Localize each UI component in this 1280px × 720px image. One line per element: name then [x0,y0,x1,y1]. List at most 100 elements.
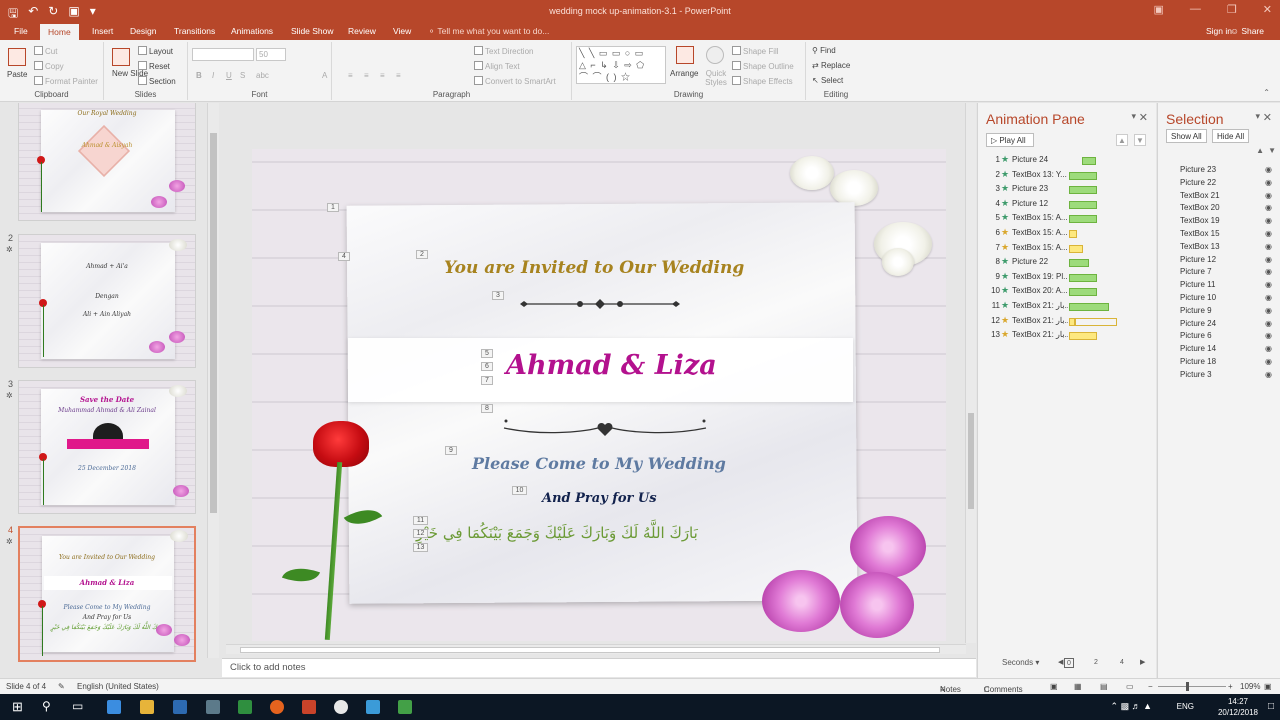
shadow-button[interactable]: S [240,71,245,80]
animation-item[interactable]: 6 ★ TextBox 15: A... [986,227,1151,243]
timing-bar[interactable] [1069,244,1083,253]
notes-area[interactable]: Click to add notes [222,658,976,677]
animation-item[interactable]: 11★TextBox 21: ﺑﺎر... [986,300,1151,316]
timing-bar[interactable] [1069,302,1109,311]
format-painter-button[interactable]: Format Painter [34,76,98,86]
scroll-right-icon[interactable]: ▶ [1140,658,1145,666]
white-orchid-icon[interactable] [830,170,878,206]
invite-heading[interactable]: You are Invited to Our Wedding [444,258,744,278]
eye-icon[interactable]: ◉ [1265,229,1272,238]
zoom-slider[interactable] [1158,686,1226,687]
scrollbar-thumb[interactable] [240,647,940,653]
timing-bar[interactable] [1069,171,1097,180]
eye-icon[interactable]: ◉ [1265,370,1272,379]
app-icon[interactable] [398,700,412,714]
tab-home[interactable]: Home [40,24,79,40]
firefox-icon[interactable] [270,700,284,714]
thumbnail-slide-1[interactable]: Our Royal Wedding Ahmad & Aisyah [18,103,196,221]
timing-bar-outline[interactable] [1075,317,1117,326]
animation-tag[interactable]: 13 [413,543,428,552]
animation-tag[interactable]: 11 [413,516,428,525]
thumbnails-scrollbar[interactable] [207,103,219,658]
timing-bar[interactable] [1069,186,1097,195]
align-text-button[interactable]: Align Text [474,61,520,71]
eye-icon[interactable]: ◉ [1265,191,1272,200]
animation-tag[interactable]: 3 [492,291,504,300]
slideshow-view-icon[interactable]: ▭ [1126,682,1134,691]
animation-item[interactable]: 3 ★ Picture 23 [986,183,1151,199]
eye-icon[interactable]: ◉ [1265,165,1272,174]
selection-item[interactable]: TextBox 21 ◉ [1180,191,1276,204]
rose-icon[interactable] [313,421,369,467]
selection-item[interactable]: TextBox 13 ◉ [1180,242,1276,255]
underline-button[interactable]: U [226,71,232,80]
share-button[interactable]: ☺ Share [1230,26,1264,36]
animation-tag[interactable]: 7 [481,376,493,385]
tab-animations[interactable]: Animations [231,26,273,36]
tab-design[interactable]: Design [130,26,156,36]
bold-button[interactable]: B [196,71,202,80]
timing-bar[interactable] [1069,200,1097,209]
scroll-left-icon[interactable]: ◀ [1058,658,1063,666]
animation-tag[interactable]: 4 [338,252,350,261]
animation-tag[interactable]: 9 [445,446,457,455]
strikethrough-button[interactable]: abc [256,71,269,80]
animation-item[interactable]: 9 ★ TextBox 19: Pl... [986,271,1151,287]
collapse-ribbon-icon[interactable]: ⌃ [1263,88,1270,97]
animation-item[interactable]: 13★TextBox 21: ﺑﺎر... [986,329,1151,345]
convert-smartart-button[interactable]: Convert to SmartArt [474,76,556,86]
white-orchid-icon[interactable] [882,248,914,276]
show-all-button[interactable]: Show All [1166,129,1207,143]
tab-review[interactable]: Review [348,26,376,36]
timing-bar[interactable] [1069,273,1097,282]
tab-view[interactable]: View [393,26,411,36]
animation-tag[interactable]: 12 [413,529,428,538]
selection-item[interactable]: TextBox 15 ◉ [1180,229,1276,242]
copy-button[interactable]: Copy [34,61,64,71]
move-up-icon[interactable]: ▲ [1256,146,1264,155]
selection-item[interactable]: Picture 9 ◉ [1180,306,1276,319]
language-indicator[interactable]: English (United States) [77,682,159,691]
selection-item[interactable]: Picture 7 ◉ [1180,267,1276,280]
orchid-icon[interactable] [762,570,840,632]
timing-bar[interactable] [1069,288,1097,297]
minimize-icon[interactable]: — [1190,3,1201,16]
timing-bar[interactable] [1082,157,1096,165]
layout-button[interactable]: Layout [138,46,173,56]
replace-button[interactable]: ⇄ Replace [812,61,850,70]
animation-tag[interactable]: 10 [512,486,527,495]
seconds-dropdown[interactable]: Seconds ▾ [1002,658,1039,667]
play-all-button[interactable]: ▷ Play All [986,133,1034,147]
animation-tag[interactable]: 5 [481,349,493,358]
hide-all-button[interactable]: Hide All [1212,129,1250,143]
timing-bar[interactable] [1069,259,1089,268]
cut-button[interactable]: Cut [34,46,57,56]
eye-icon[interactable]: ◉ [1265,216,1272,225]
eye-icon[interactable]: ◉ [1265,178,1272,187]
powerpoint-icon[interactable] [302,700,316,714]
eye-icon[interactable]: ◉ [1265,255,1272,264]
arrange-button[interactable]: Arrange [670,69,698,78]
reading-view-icon[interactable]: ▤ [1100,682,1108,691]
font-color-button[interactable]: A [322,71,327,80]
quick-styles-button[interactable]: Quick Styles [704,69,728,87]
shape-outline-button[interactable]: Shape Outline [732,61,794,71]
windows-start-icon[interactable]: ⊞ [12,699,23,715]
tab-slide-show[interactable]: Slide Show [291,26,334,36]
pane-options-icon[interactable]: ▾ [1255,111,1260,122]
thumbnail-slide-4[interactable]: You are Invited to Our Wedding Ahmad & L… [18,526,196,662]
animation-item[interactable]: 4 ★ Picture 12 [986,198,1151,214]
eye-icon[interactable]: ◉ [1265,344,1272,353]
eye-icon[interactable]: ◉ [1265,319,1272,328]
eye-icon[interactable]: ◉ [1265,293,1272,302]
align-right-icon[interactable]: ≡ [380,71,385,80]
shape-effects-button[interactable]: Shape Effects [732,76,793,86]
animation-item[interactable]: 5 ★ TextBox 15: A... [986,212,1151,228]
spelling-icon[interactable]: ✎ [58,682,65,691]
selection-item[interactable]: Picture 12 ◉ [1180,255,1276,268]
zoom-slider-thumb[interactable] [1186,682,1189,691]
selection-item[interactable]: Picture 6 ◉ [1180,331,1276,344]
tab-insert[interactable]: Insert [92,26,113,36]
scrollbar-thumb[interactable] [210,133,217,513]
file-explorer-icon[interactable] [140,700,154,714]
